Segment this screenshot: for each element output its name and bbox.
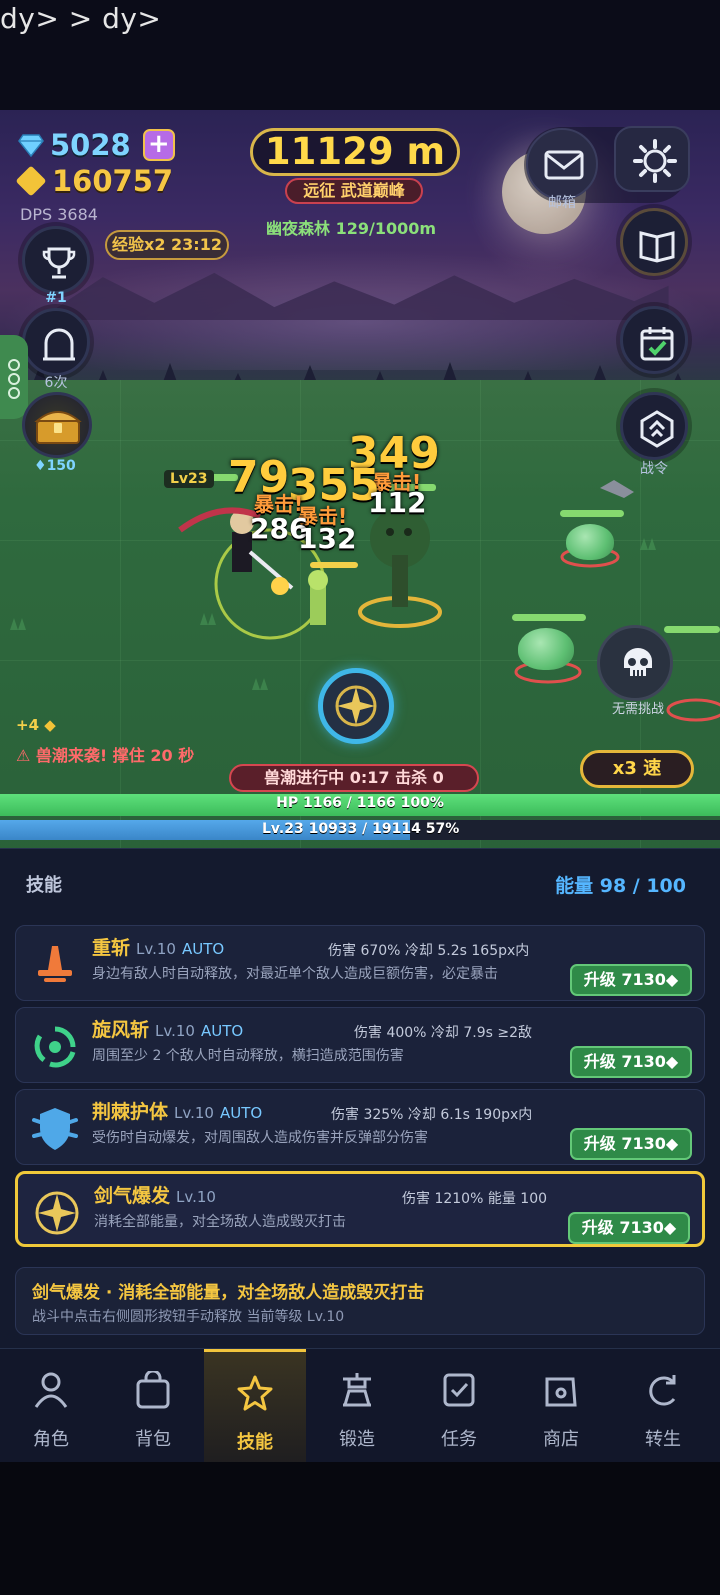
- task-check-icon: [443, 1373, 475, 1407]
- mountain-silhouette: [51, 272, 669, 320]
- tree-monster-enemy: [370, 508, 430, 607]
- skip-challenge-label: 无需挑战: [611, 702, 664, 717]
- xp-bar-text: Lv.23 10933 / 19114 57%: [262, 821, 460, 837]
- bottom-nav: 角色 背包 技能 锻造 任务 商店 转生: [0, 1348, 720, 1463]
- person-icon: [34, 1372, 68, 1408]
- skill-stats: 伤害 670% 冷却 5.2s 165px内: [328, 943, 530, 959]
- tab-bag[interactable]: 背包: [102, 1349, 204, 1463]
- rank-label: #1: [45, 290, 67, 306]
- skill-card-thorn-shield[interactable]: 荆棘护体 Lv.10 AUTO 伤害 325% 冷却 6.1s 190px内 受伤时…: [15, 1089, 705, 1165]
- upgrade-button[interactable]: 升级 7130◆: [568, 1212, 690, 1244]
- ultimate-skill-button[interactable]: [318, 668, 394, 744]
- bag-icon: [136, 1371, 170, 1409]
- diamond-icon: [18, 134, 44, 157]
- star-icon: [237, 1375, 273, 1411]
- skill-info-subtitle: 战斗中点击右侧圆形按钮手动释放 当前等级 Lv.10: [32, 1309, 345, 1325]
- skill-desc: 消耗全部能量，对全场敌人造成毁灭打击: [94, 1214, 346, 1230]
- gold-counter: 160757: [15, 164, 174, 198]
- shop-icon: [545, 1377, 577, 1407]
- tab-tasks[interactable]: 任务: [408, 1349, 510, 1463]
- tab-shop[interactable]: 商店: [510, 1349, 612, 1463]
- exp-boost-badge[interactable]: 经验x2 23:12: [105, 230, 229, 260]
- skill-card-whirlwind[interactable]: 旋风斩 Lv.10 AUTO 伤害 400% 冷却 7.9s ≥2敌 周围至少 2 …: [15, 1007, 705, 1083]
- speed-toggle-button[interactable]: x3 速: [580, 750, 694, 788]
- panel-title: 技能: [26, 875, 62, 896]
- sword-burst-icon: [335, 685, 377, 727]
- skill-desc: 周围至少 2 个敌人时自动释放，横扫造成范围伤害: [92, 1048, 404, 1064]
- stray-text: dy> > dy>: [0, 2, 162, 35]
- skill-card-heavy-slash[interactable]: 重斩 Lv.10 AUTO 伤害 670% 冷却 5.2s 165px内 身边有敌人…: [15, 925, 705, 1001]
- trophy-icon: [42, 247, 76, 279]
- skill-desc: 受伤时自动爆发，对周围敌人造成伤害并反弹部分伤害: [92, 1130, 428, 1146]
- sword-burst-icon: [35, 1191, 79, 1235]
- hp-bar-text: HP 1166 / 1166 100%: [276, 795, 444, 811]
- mail-button[interactable]: [526, 128, 598, 200]
- skill-info-box: 剑气爆发 · 消耗全部能量，对全场敌人造成毁灭打击 战斗中点击右侧圆形按钮手动释…: [15, 1267, 705, 1335]
- diamond-value: 5028: [50, 128, 131, 162]
- settings-button[interactable]: [614, 126, 690, 192]
- thorn-shield-icon: [32, 1108, 78, 1150]
- hp-bar: HP 1166 / 1166 100%: [0, 794, 720, 816]
- upgrade-button[interactable]: 升级 7130◆: [570, 964, 692, 996]
- skill-card-sword-burst[interactable]: 剑气爆发 Lv.10 伤害 1210% 能量 100 消耗全部能量，对全场敌人造成…: [15, 1171, 705, 1247]
- goblin-enemy: [308, 570, 328, 625]
- gate-arch-icon: [43, 328, 75, 361]
- skip-challenge-button[interactable]: [597, 625, 673, 701]
- energy-readout: 能量 98 / 100: [555, 875, 686, 897]
- damage-number: 112: [368, 486, 427, 519]
- xp-bar: Lv.23 10933 / 19114 57%: [0, 820, 720, 840]
- skill-stats: 伤害 325% 冷却 6.1s 190px内: [331, 1107, 533, 1123]
- route-pill[interactable]: 远征 武道巅峰: [285, 178, 423, 204]
- rank-button[interactable]: [22, 226, 90, 294]
- slime-enemy: [566, 524, 614, 560]
- skill-info-title: 剑气爆发 · 消耗全部能量，对全场敌人造成毁灭打击: [32, 1283, 425, 1303]
- player-level-tag: Lv23: [164, 470, 214, 488]
- rebirth-icon: [649, 1375, 676, 1406]
- dps-readout: DPS 3684: [20, 205, 98, 224]
- enemy-hp-bar: [512, 614, 586, 621]
- diamond-counter: 5028 +: [18, 128, 175, 162]
- anvil-icon: [343, 1373, 371, 1407]
- tab-character[interactable]: 角色: [0, 1349, 102, 1463]
- enemy-hp-bar: [664, 626, 720, 633]
- tab-skills[interactable]: 技能: [204, 1349, 306, 1463]
- add-diamonds-button[interactable]: +: [142, 129, 175, 161]
- whirlwind-icon: [34, 1026, 76, 1068]
- area-progress: 幽夜森林 129/1000m: [266, 219, 437, 238]
- damage-number: 132: [298, 522, 357, 555]
- skill-stats: 伤害 1210% 能量 100: [402, 1191, 548, 1207]
- slime-enemy: [518, 628, 574, 670]
- upgrade-button[interactable]: 升级 7130◆: [570, 1128, 692, 1160]
- checkin-calendar-button[interactable]: [620, 306, 688, 374]
- bottom-safe-area: [0, 1462, 720, 1595]
- enemy-hp-bar: [560, 510, 624, 517]
- skill-stats: 伤害 400% 冷却 7.9s ≥2敌: [354, 1025, 533, 1041]
- skull-icon: [624, 648, 652, 676]
- book-icon: [639, 231, 675, 263]
- gate-button[interactable]: [22, 308, 90, 376]
- mail-icon: [544, 150, 584, 180]
- tab-rebirth[interactable]: 转生: [612, 1349, 714, 1463]
- distance-display: 11129 m: [250, 128, 460, 176]
- gear-icon: [633, 139, 677, 183]
- codex-button[interactable]: [620, 208, 688, 276]
- gold-gain-text: +4 ◆: [16, 716, 56, 734]
- tab-forge[interactable]: 锻造: [306, 1349, 408, 1463]
- skill-desc: 身边有敌人时自动释放，对最近单个敌人造成巨额伤害，必定暴击: [92, 966, 498, 982]
- gold-icon: [15, 165, 47, 197]
- calendar-check-icon: [640, 327, 674, 361]
- gold-value: 160757: [52, 164, 174, 198]
- heavy-slash-icon: [38, 946, 72, 982]
- app-root: { "leak_text": "dy> > dy>", "resources":…: [0, 0, 720, 1595]
- upgrade-button[interactable]: 升级 7130◆: [570, 1046, 692, 1078]
- beast-tide-warning: ⚠ 兽潮来袭! 撑住 20 秒: [16, 746, 195, 765]
- mail-label: 邮箱: [548, 195, 576, 211]
- skills-panel: 技能 能量 98 / 100 重斩 Lv.10 AUTO 伤害 670% 冷却 5.…: [0, 848, 720, 1348]
- wave-status-pill: 兽潮进行中 0:17 击杀 0: [229, 764, 479, 792]
